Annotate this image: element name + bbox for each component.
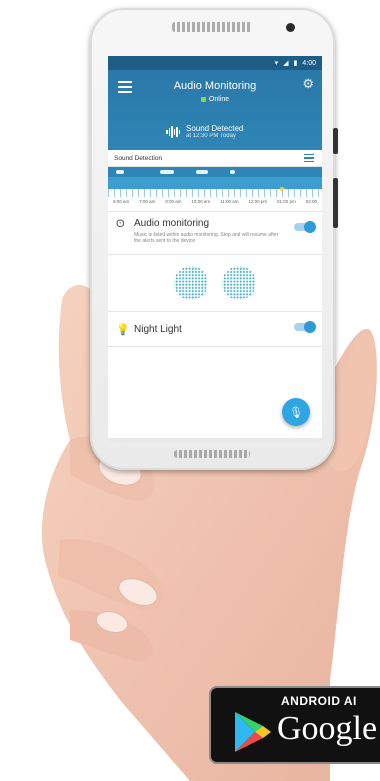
front-camera <box>286 23 295 32</box>
time-label: 8:00 am <box>165 199 182 204</box>
night-light-row: 💡 Night Light <box>108 311 322 347</box>
time-label: 11:00 am <box>220 199 239 204</box>
status-indicator: Online <box>108 96 322 103</box>
timeline-event[interactable] <box>116 170 124 174</box>
time-label: 01:00 pm <box>277 199 296 204</box>
time-label: 7:00 am <box>139 199 156 204</box>
app-screen: ▾ ◢ ▮ 4:00 ⚙ Audio Monitoring Online Sou… <box>108 56 322 442</box>
audio-monitoring-row: ʘ Audio monitoring Music is listed withi… <box>108 211 322 254</box>
audio-monitoring-label: Audio monitoring <box>134 218 210 229</box>
badge-line-2: Google <box>277 710 378 747</box>
page-title: Audio Monitoring <box>173 80 257 92</box>
list-icon[interactable] <box>304 152 314 165</box>
sound-timeline[interactable]: 9:00 am 7:00 am 8:00 am 10:00 am 11:00 a… <box>108 167 322 211</box>
sound-wave-icon <box>166 125 180 139</box>
power-button <box>333 128 338 154</box>
status-bar: ▾ ◢ ▮ 4:00 <box>108 56 322 70</box>
wifi-icon: ▾ <box>274 60 279 67</box>
audio-monitoring-description: Music is listed within audio monitoring.… <box>134 232 279 244</box>
timeline-labels: 9:00 am 7:00 am 8:00 am 10:00 am 11:00 a… <box>108 199 322 204</box>
timeline-event[interactable] <box>160 170 174 174</box>
status-time: 4:00 <box>302 59 316 67</box>
sound-alert[interactable]: Sound Detected at 12:30 PM Today <box>166 124 243 139</box>
alert-subtitle: at 12:30 PM Today <box>186 133 236 139</box>
time-label: 10:00 am <box>191 199 211 204</box>
detection-title: Sound Detection <box>114 154 163 162</box>
bottom-speaker <box>174 450 250 458</box>
phone-device: ▾ ◢ ▮ 4:00 ⚙ Audio Monitoring Online Sou… <box>90 8 338 470</box>
night-light-toggle[interactable] <box>294 321 316 333</box>
online-dot-icon <box>200 96 206 102</box>
time-label: 12:00 pm <box>248 199 268 204</box>
app-header: ⚙ Audio Monitoring Online Sound Detected… <box>108 70 322 150</box>
alert-title: Sound Detected <box>186 124 244 133</box>
audio-level-right <box>220 264 258 302</box>
badge-line-1: ANDROID AI <box>281 694 357 708</box>
time-label: 9:00 am <box>112 199 130 204</box>
time-label: 02:00 <box>305 199 317 204</box>
timeline-band-secondary <box>108 177 322 189</box>
screen-bottom-bar <box>108 438 322 442</box>
detection-header: Sound Detection <box>108 150 322 167</box>
microphone-button[interactable]: 🎙 <box>282 398 310 426</box>
earpiece-speaker <box>172 22 252 32</box>
timeline-marker <box>280 187 284 191</box>
audio-monitoring-toggle[interactable] <box>294 221 316 233</box>
battery-icon: ▮ <box>293 60 298 67</box>
audio-level-left <box>172 264 210 302</box>
lightbulb-icon: 💡 <box>116 323 130 336</box>
volume-button <box>333 178 338 228</box>
audio-visualizer <box>108 254 322 311</box>
timeline-band <box>108 167 322 177</box>
timeline-ticks <box>108 189 322 197</box>
signal-icon: ◢ <box>283 60 289 67</box>
status-text: Online <box>208 96 230 103</box>
ear-icon: ʘ <box>116 218 125 230</box>
timeline-event[interactable] <box>230 170 235 174</box>
microphone-icon: 🎙 <box>289 406 303 419</box>
timeline-event[interactable] <box>196 170 208 174</box>
play-store-icon <box>235 712 271 752</box>
night-light-label: Night Light <box>134 323 182 335</box>
google-play-badge[interactable]: ANDROID AI Google <box>209 686 380 764</box>
